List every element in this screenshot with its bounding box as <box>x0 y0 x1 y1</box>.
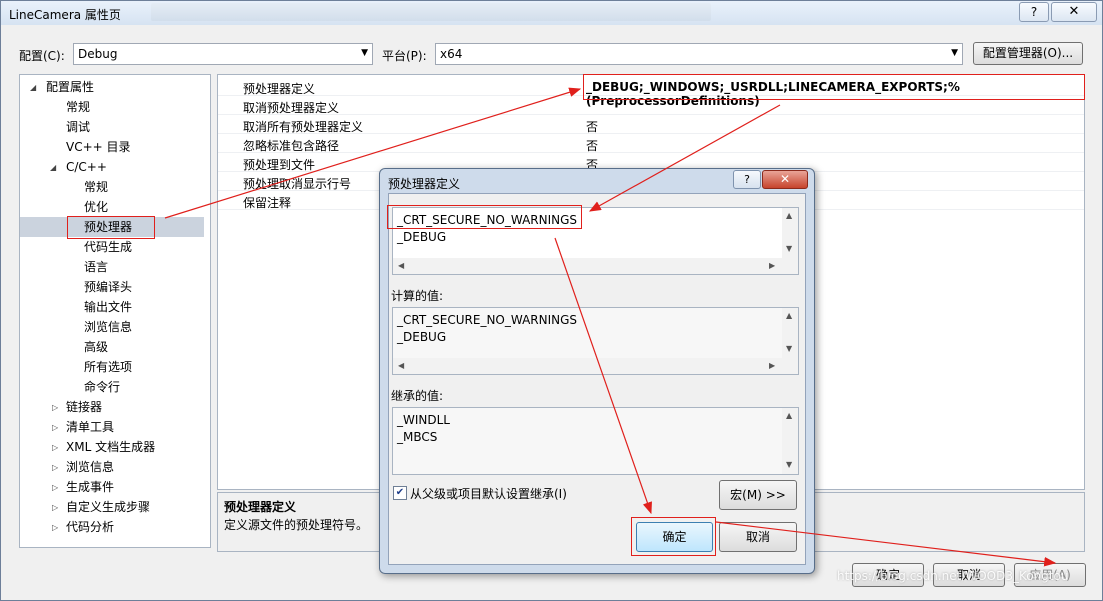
arrow-grid-to-dialog <box>588 104 781 212</box>
annotation-arrows <box>164 87 1057 567</box>
arrow-define-to-ok <box>554 237 652 515</box>
arrow-ok-to-apply <box>715 521 1057 567</box>
arrow-tree-to-grid <box>164 87 582 219</box>
